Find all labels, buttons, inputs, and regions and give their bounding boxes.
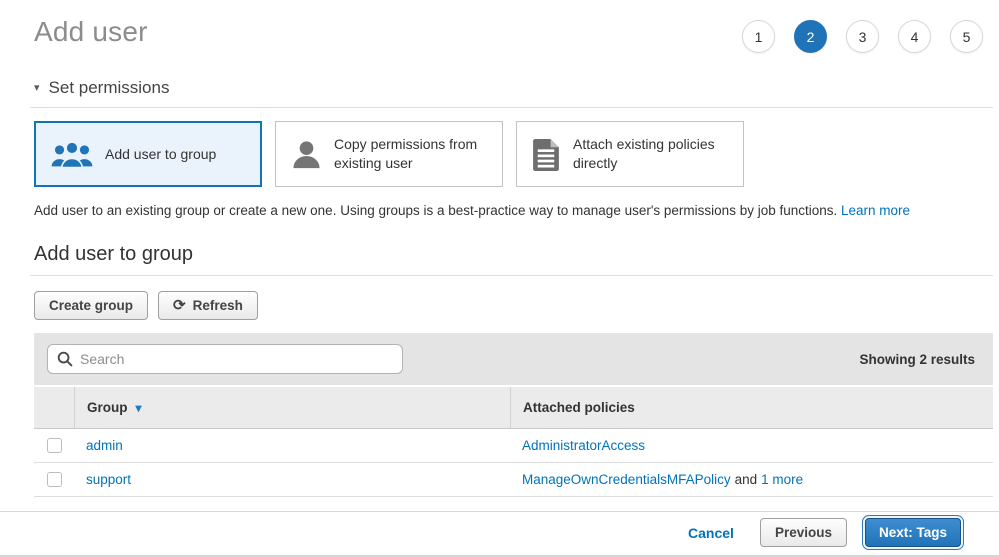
permission-option-cards: Add user to group Copy permissions from … [34,121,983,187]
step-number: 2 [807,29,815,45]
checkbox-cell [34,472,74,487]
set-permissions-collapse-header[interactable]: ▾ Set permissions [34,78,983,98]
page-title: Add user [34,16,148,48]
group-name-link[interactable]: admin [86,438,123,453]
select-all-column [34,387,74,428]
step-circle-5: 5 [950,20,983,53]
policy-link[interactable]: AdministratorAccess [522,438,645,453]
group-name-link[interactable]: support [86,472,131,487]
results-count: Showing 2 results [859,352,980,367]
column-label: Attached policies [523,400,635,415]
group-row-checkbox[interactable] [47,438,62,453]
card-label: Attach existing policies directly [573,135,735,173]
and-text: and [735,472,758,487]
page-header: Add user 1 2 3 4 5 [0,0,999,53]
table-header-row: Group ▾ Attached policies [34,387,993,429]
sort-desc-icon: ▾ [136,402,142,414]
card-copy-permissions[interactable]: Copy permissions from existing user [275,121,503,187]
step-circle-3: 3 [846,20,879,53]
step-circle-1: 1 [742,20,775,53]
search-input[interactable] [80,351,393,367]
step-circle-4: 4 [898,20,931,53]
checkbox-cell [34,438,74,453]
group-row-checkbox[interactable] [47,472,62,487]
refresh-button[interactable]: ⟳ Refresh [158,291,258,320]
button-label: Refresh [193,298,243,313]
create-group-button[interactable]: Create group [34,291,148,320]
step-number: 4 [911,29,919,45]
search-box [47,344,403,374]
table-search-panel: Showing 2 results [34,333,993,385]
step-number: 3 [859,29,867,45]
section-description: Add user to an existing group or create … [34,203,983,218]
refresh-icon: ⟳ [173,298,186,313]
column-label: Group [87,400,128,415]
document-icon [532,138,561,171]
cancel-link[interactable]: Cancel [688,525,734,541]
learn-more-link[interactable]: Learn more [841,203,910,218]
policy-link[interactable]: ManageOwnCredentialsMFAPolicy [522,472,731,487]
step-number: 5 [963,29,971,45]
step-number: 1 [755,29,763,45]
previous-button[interactable]: Previous [760,518,847,547]
divider [30,107,993,108]
card-add-user-to-group[interactable]: Add user to group [34,121,262,187]
set-permissions-heading: Set permissions [49,78,170,98]
table-row: admin AdministratorAccess [34,429,993,463]
chevron-down-icon: ▾ [34,83,40,94]
add-user-page: Add user 1 2 3 4 5 ▾ Set permissions [0,0,999,557]
policies-cell: AdministratorAccess [510,438,993,453]
card-attach-policies[interactable]: Attach existing policies directly [516,121,744,187]
step-indicator: 1 2 3 4 5 [742,20,983,53]
card-label: Copy permissions from existing user [334,135,494,173]
users-group-icon [51,140,93,169]
more-policies-link[interactable]: 1 more [761,472,803,487]
column-header-attached-policies: Attached policies [510,387,993,428]
button-label: Next: Tags [879,525,947,540]
wizard-footer: Cancel Previous Next: Tags [0,511,999,557]
next-tags-button[interactable]: Next: Tags [865,518,961,547]
group-toolbar: Create group ⟳ Refresh [34,291,983,320]
add-user-to-group-heading: Add user to group [34,243,983,266]
groups-table: Showing 2 results Group ▾ Attached polic… [34,333,993,497]
policies-cell: ManageOwnCredentialsMFAPolicy and1 more [510,472,993,487]
card-label: Add user to group [105,145,216,164]
search-icon [57,351,73,367]
user-icon [291,139,322,170]
description-text: Add user to an existing group or create … [34,203,837,218]
group-cell: support [74,472,510,487]
step-circle-2: 2 [794,20,827,53]
button-label: Previous [775,525,832,540]
divider [30,275,993,276]
button-label: Create group [49,298,133,313]
column-header-group[interactable]: Group ▾ [74,387,510,428]
group-cell: admin [74,438,510,453]
table-row: support ManageOwnCredentialsMFAPolicy and… [34,463,993,497]
